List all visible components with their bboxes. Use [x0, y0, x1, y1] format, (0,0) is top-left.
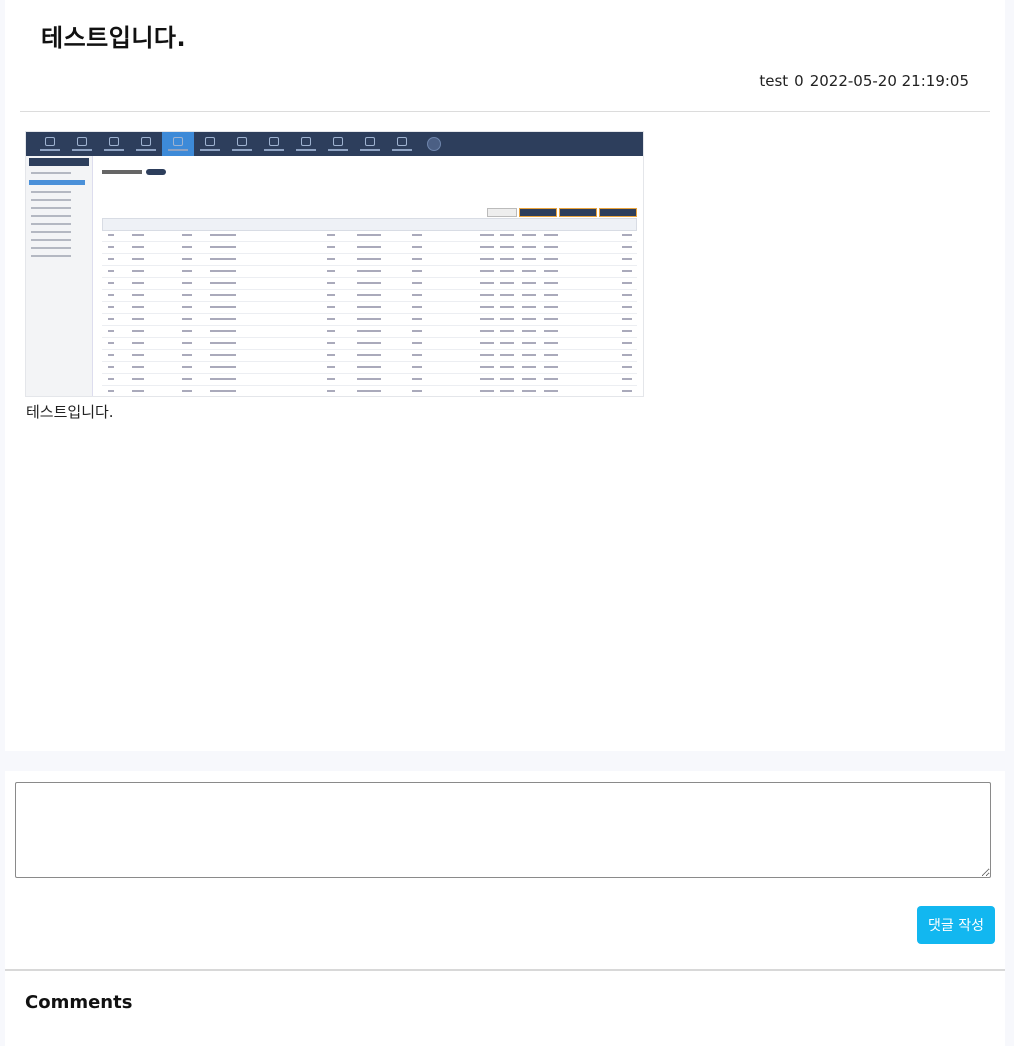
- comments-divider: [5, 969, 1005, 971]
- comments-heading: Comments: [25, 992, 133, 1013]
- submit-comment-button[interactable]: 댓글 작성: [917, 906, 995, 944]
- post-date: 2022-05-20 21:19:05: [809, 72, 969, 90]
- image-admin-topbar: [26, 132, 643, 156]
- post-divider: [20, 111, 990, 112]
- post-body: 테스트입니다.: [26, 403, 114, 421]
- comment-section: 댓글 작성 Comments: [5, 771, 1005, 1046]
- post-author: test: [759, 72, 789, 90]
- post-image: [25, 131, 644, 397]
- post-card: 테스트입니다. test 0 2022-05-20 21:19:05 테스트입니…: [5, 0, 1005, 751]
- post-meta: test 0 2022-05-20 21:19:05: [759, 72, 969, 90]
- comment-textarea[interactable]: [15, 782, 991, 878]
- post-title: 테스트입니다.: [41, 24, 187, 52]
- image-admin-main: [98, 162, 639, 396]
- post-views: 0: [794, 72, 804, 90]
- image-admin-sidebar: [26, 156, 93, 396]
